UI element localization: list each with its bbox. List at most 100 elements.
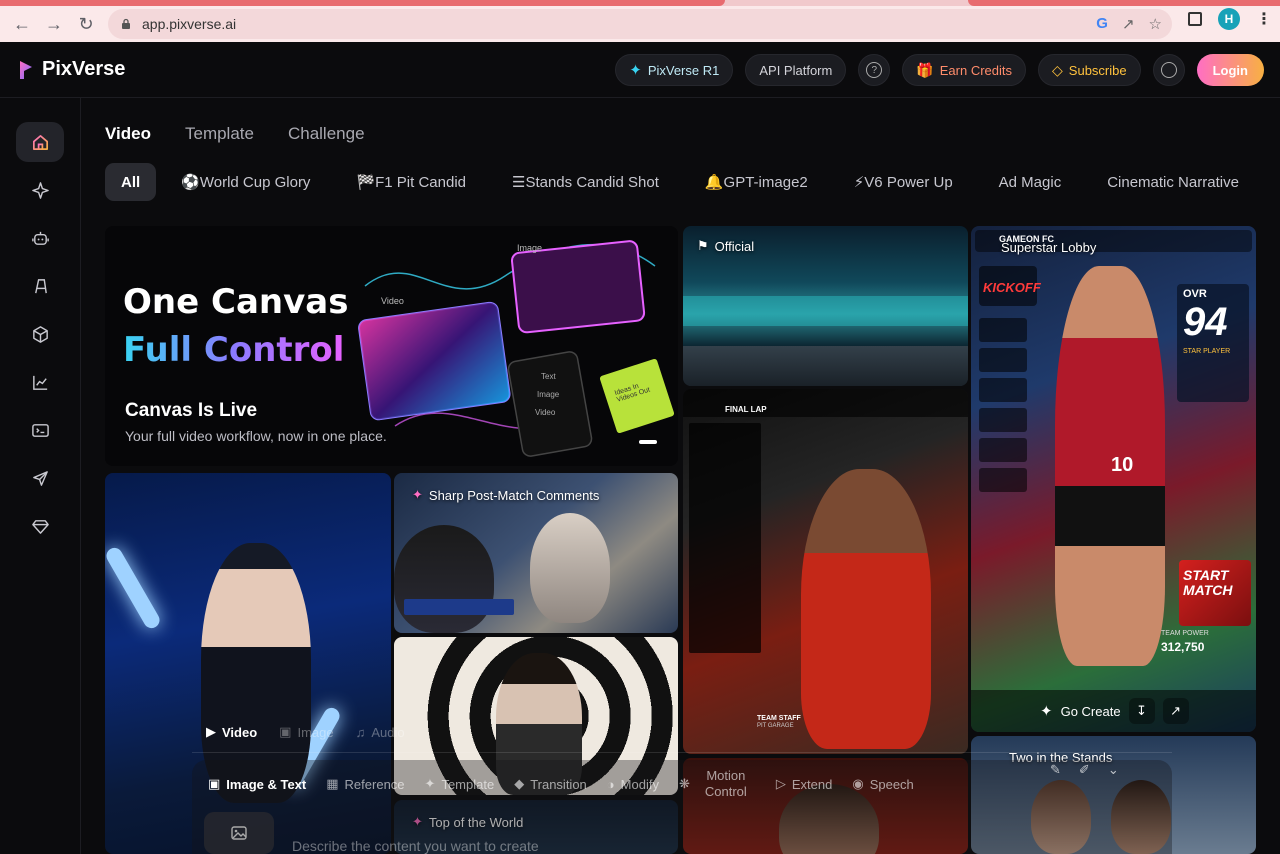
sidebar-item-home[interactable]	[16, 122, 64, 162]
gallery-card-official[interactable]: ⚑ Official	[683, 226, 968, 386]
mode-audio[interactable]: ♫ Audio	[356, 725, 405, 740]
share-icon[interactable]: ↗	[1122, 15, 1135, 33]
chip-f1-pit-candid[interactable]: 🏁F1 Pit Candid	[333, 163, 489, 201]
address-bar[interactable]: app.pixverse.ai G ↗ ☆	[108, 9, 1172, 39]
chip-all[interactable]: All	[105, 163, 157, 201]
pixverse-r1-label: PixVerse R1	[647, 62, 720, 78]
earn-credits-label: Earn Credits	[939, 62, 1013, 78]
hero-banner-canvas[interactable]: One Canvas Full Control Canvas Is Live Y…	[105, 226, 678, 466]
earn-credits-button[interactable]: 🎁 Earn Credits	[902, 54, 1027, 86]
transition-icon: ◆	[514, 776, 525, 791]
chip-stands-candid-shot[interactable]: ☰Stands Candid Shot	[489, 163, 682, 201]
tool-template-label: Template	[441, 776, 495, 792]
tool-modify[interactable]: ◑ Modify	[607, 777, 659, 792]
forward-arrow-icon[interactable]: →	[38, 8, 70, 40]
extend-icon: ▷	[775, 776, 786, 791]
open-external-icon[interactable]: ↗	[1162, 698, 1189, 724]
gallery-card-post-match[interactable]: ✦ Sharp Post-Match Comments	[394, 473, 678, 633]
mode-image-label: Image	[297, 724, 334, 740]
image-icon: ▣	[279, 724, 292, 739]
gift-icon: 🎁	[916, 61, 934, 78]
api-platform-button[interactable]: API Platform	[745, 54, 847, 86]
team-power-value: 312,750	[1161, 640, 1205, 654]
mode-video[interactable]: ▶ Video	[206, 724, 257, 740]
brand-logo[interactable]: PixVerse	[18, 58, 125, 81]
reload-icon[interactable]: ↻	[70, 8, 102, 40]
login-button[interactable]: Login	[1196, 54, 1264, 86]
sidebar-item-terminal[interactable]	[16, 410, 64, 450]
ovr-value: 94	[1183, 300, 1228, 344]
prompt-input[interactable]: Describe the content you want to create	[292, 838, 539, 854]
browser-menu-icon[interactable]: ⋮	[1256, 9, 1272, 29]
hero-description: Your full video workflow, now in one pla…	[125, 428, 387, 444]
help-button[interactable]: ?	[858, 54, 891, 86]
tool-motion-control[interactable]: ❋ Motion Control	[679, 768, 756, 800]
language-button[interactable]	[1152, 54, 1185, 86]
robot-icon	[31, 231, 49, 245]
card-label-superstar: Superstar Lobby	[1001, 240, 1096, 255]
lock-icon	[122, 18, 130, 29]
tool-template[interactable]: ✦ Template	[425, 776, 495, 792]
pen-icon[interactable]: ✎	[1050, 762, 1061, 778]
tool-speech-label: Speech	[869, 776, 914, 792]
tab-challenge[interactable]: Challenge	[288, 124, 365, 144]
go-create-button[interactable]: Go Create	[1061, 704, 1121, 719]
hero-menu-text: Text	[541, 372, 556, 381]
chevron-down-icon[interactable]: ⌄	[1108, 762, 1119, 778]
pin-icon: ⚑	[697, 238, 709, 253]
globe-icon	[1160, 62, 1177, 78]
tool-image-text[interactable]: ▣ Image & Text	[208, 776, 306, 792]
chip-v6-power-up[interactable]: ⚡V6 Power Up	[831, 163, 976, 201]
chip-ad-magic[interactable]: Ad Magic	[976, 163, 1085, 201]
hero-subtitle: Canvas Is Live	[125, 400, 258, 421]
sidebar-item-pricing[interactable]	[16, 506, 64, 546]
app-header: PixVerse ✦ PixVerse R1 API Platform ? 🎁 …	[0, 42, 1280, 98]
tool-motion-control-label: Motion Control	[704, 768, 747, 799]
tool-extend[interactable]: ▷ Extend	[776, 776, 832, 792]
profile-avatar[interactable]: H	[1218, 8, 1240, 30]
mode-audio-label: Audio	[371, 724, 405, 740]
sidebar-item-share[interactable]	[16, 458, 64, 498]
sidebar-item-agent[interactable]	[16, 218, 64, 258]
hero-menu-video: Video	[535, 408, 556, 417]
tool-speech[interactable]: ◉ Speech	[852, 776, 913, 792]
game-kickoff-label: KICKOFF	[983, 280, 1041, 295]
side-panel-icon[interactable]	[1188, 12, 1202, 26]
tool-reference[interactable]: ▦ Reference	[326, 776, 404, 792]
download-icon[interactable]: ↧	[1128, 698, 1155, 724]
chip-cinematic-narrative[interactable]: Cinematic Narrative	[1084, 163, 1262, 201]
tool-transition[interactable]: ◆ Transition	[514, 776, 587, 792]
upload-image-button[interactable]	[204, 812, 274, 854]
star-icon[interactable]: ☆	[1149, 15, 1162, 33]
ovr-label: OVR	[1183, 288, 1207, 300]
carousel-indicator[interactable]	[639, 440, 657, 444]
chart-line-icon	[32, 375, 47, 390]
google-translate-icon[interactable]: G	[1096, 15, 1108, 33]
game-side-menu	[979, 318, 1027, 518]
pixverse-logo-icon	[20, 60, 32, 79]
f1-leaderboard	[689, 423, 761, 653]
pixverse-r1-button[interactable]: ✦ PixVerse R1	[615, 54, 734, 86]
scoreboard-bar	[404, 599, 514, 615]
brush-icon[interactable]: ✐	[1079, 762, 1090, 778]
back-arrow-icon[interactable]: ←	[6, 8, 38, 40]
image-upload-icon	[231, 826, 247, 840]
hero-illustration	[358, 240, 675, 457]
sidebar-item-canvas[interactable]	[16, 266, 64, 306]
mode-image[interactable]: ▣ Image	[279, 724, 333, 740]
sidebar-item-analytics[interactable]	[16, 362, 64, 402]
chip-gpt-image2[interactable]: 🔔GPT-image2	[682, 163, 831, 201]
chip-more[interactable]: S	[1262, 163, 1280, 201]
subscribe-button[interactable]: ◇ Subscribe	[1038, 54, 1141, 86]
sidebar-item-create[interactable]	[16, 170, 64, 210]
sparkle-icon: ✦	[1040, 703, 1053, 720]
sidebar-item-assets[interactable]	[16, 314, 64, 354]
chip-world-cup-glory[interactable]: ⚽World Cup Glory	[158, 163, 333, 201]
tab-video[interactable]: Video	[105, 124, 151, 144]
category-chips: All ⚽World Cup Glory 🏁F1 Pit Candid ☰Sta…	[105, 163, 1280, 201]
gallery-card-superstar-lobby[interactable]: GAMEON FC Superstar Lobby KICKOFF OVR 94…	[971, 226, 1256, 732]
hero-menu-image: Image	[537, 390, 560, 399]
tab-template[interactable]: Template	[185, 124, 254, 144]
gallery-card-f1-pit[interactable]: FINAL LAP TEAM STAFF PIT GARAGE	[683, 389, 968, 754]
tool-image-text-label: Image & Text	[226, 776, 307, 792]
